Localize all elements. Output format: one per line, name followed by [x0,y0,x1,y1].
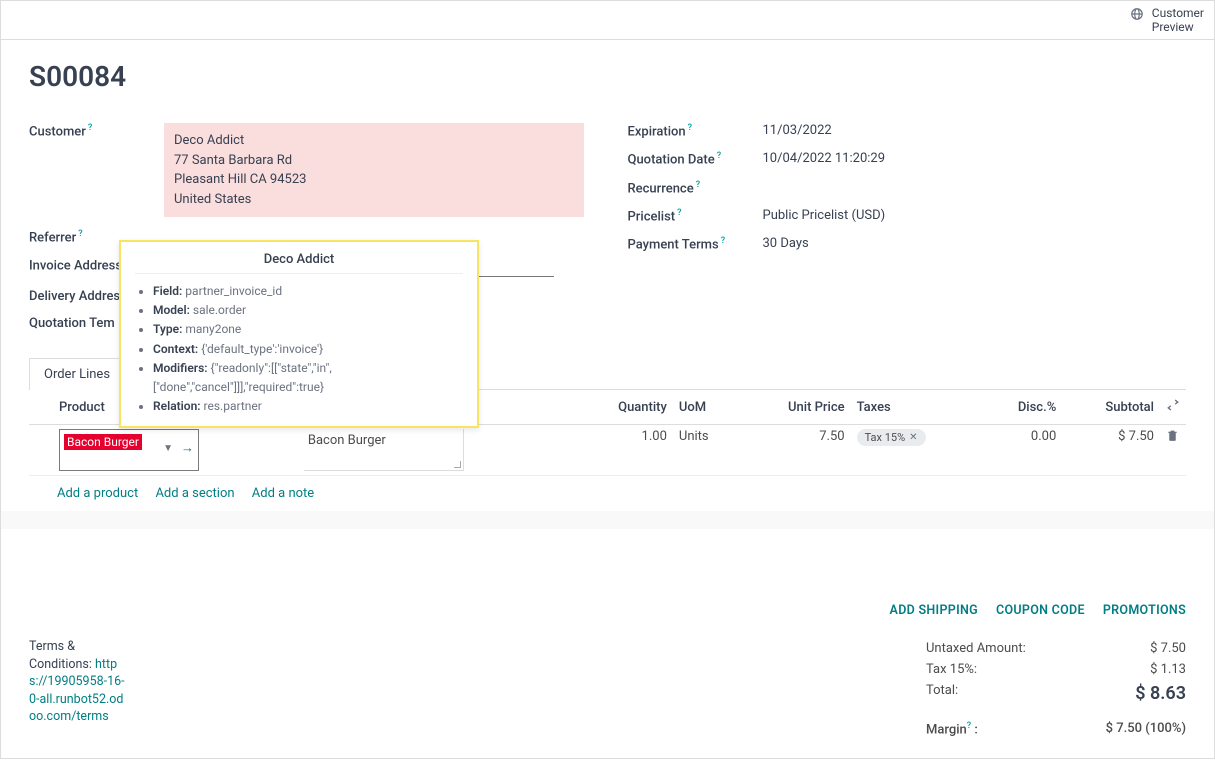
untaxed-label: Untaxed Amount: [926,641,1026,656]
untaxed-value: $ 7.50 [1150,641,1186,656]
customer-label: Customer? [29,123,164,139]
tooltip-type: Type: many2one [153,320,463,339]
trash-icon [1166,429,1179,442]
col-subtotal: Subtotal [1062,390,1160,425]
quotation-date-label: Quotation Date? [628,151,763,167]
expiration-value[interactable]: 11/03/2022 [763,123,1187,138]
tab-order-lines[interactable]: Order Lines [29,358,125,390]
expiration-label: Expiration? [628,123,763,139]
recurrence-label: Recurrence? [628,180,763,196]
customer-name: Deco Addict [174,131,574,151]
remove-tax-icon[interactable]: ✕ [909,432,917,443]
footer-action-links: ADD SHIPPING COUPON CODE PROMOTIONS [29,589,1186,632]
col-disc: Disc.% [981,390,1062,425]
swap-icon [1166,398,1180,412]
customer-preview-label: Customer Preview [1152,6,1204,35]
col-uom: UoM [673,390,740,425]
record-title: S00084 [29,60,1186,93]
totals-panel: Untaxed Amount: $ 7.50 Tax 15%: $ 1.13 Tot… [926,638,1186,737]
payment-terms-label: Payment Terms? [628,236,763,252]
table-row: Bacon Burger ▼ → Bacon Burger 1.00 Units… [29,425,1186,476]
taxes-cell[interactable]: Tax 15%✕ [851,425,981,476]
description-text: Bacon Burger [308,433,386,448]
margin-label: Margin? : [926,721,978,737]
field-debug-tooltip: Deco Addict Field: partner_invoice_id Mo… [119,240,479,428]
customer-country: United States [174,190,574,210]
form-view: S00084 Customer? Deco Addict 77 Santa Ba… [0,40,1215,759]
total-label: Total: [926,683,958,704]
unit-price-cell[interactable]: 7.50 [740,425,850,476]
pricelist-value[interactable]: Public Pricelist (USD) [763,208,1187,223]
add-section-link[interactable]: Add a section [155,486,234,501]
subtotal-cell: $ 7.50 [1062,425,1160,476]
add-shipping-link[interactable]: ADD SHIPPING [890,603,978,618]
tooltip-relation: Relation: res.partner [153,397,463,416]
top-bar: Customer Preview [0,0,1215,40]
external-link-icon[interactable]: → [181,440,194,456]
tooltip-context: Context: {'default_type':'invoice'} [153,340,463,359]
col-qty: Quantity [575,390,673,425]
chevron-down-icon[interactable]: ▼ [163,443,173,454]
tooltip-model: Model: sale.order [153,301,463,320]
col-settings[interactable] [1160,390,1186,425]
quotation-date-value[interactable]: 10/04/2022 11:20:29 [763,151,1187,166]
qty-cell[interactable]: 1.00 [575,425,673,476]
disc-cell[interactable]: 0.00 [981,425,1062,476]
total-value: $ 8.63 [1135,683,1186,704]
col-unit-price: Unit Price [740,390,850,425]
customer-city: Pleasant Hill CA 94523 [174,170,574,190]
terms-conditions: Terms & Conditions: https://19905958-16-… [29,638,129,726]
tooltip-field: Field: partner_invoice_id [153,282,463,301]
coupon-code-link[interactable]: COUPON CODE [996,603,1085,618]
description-input[interactable]: Bacon Burger [304,429,464,471]
add-links: Add a product Add a section Add a note [29,475,1186,511]
add-note-link[interactable]: Add a note [252,486,314,501]
pricelist-label: Pricelist? [628,208,763,224]
margin-value: $ 7.50 (100%) [1106,721,1186,737]
product-input[interactable]: Bacon Burger ▼ → [59,429,199,471]
tax-chip: Tax 15%✕ [857,429,926,446]
right-column: Expiration? 11/03/2022 Quotation Date? 1… [628,117,1187,337]
customer-street: 77 Santa Barbara Rd [174,151,574,171]
tax-value: $ 1.13 [1150,662,1186,677]
delete-row-button[interactable] [1160,425,1186,476]
tax-label: Tax 15%: [926,662,977,677]
payment-terms-value[interactable]: 30 Days [763,236,1187,251]
tooltip-modifiers: Modifiers: {"readonly":[["state","in",["… [153,359,463,397]
product-chip: Bacon Burger [64,434,142,450]
terms-label: Terms & Conditions: [29,639,92,672]
customer-address-box[interactable]: Deco Addict 77 Santa Barbara Rd Pleasant… [164,123,584,217]
tooltip-title: Deco Addict [135,252,463,267]
uom-cell[interactable]: Units [673,425,740,476]
globe-icon [1130,7,1144,21]
add-product-link[interactable]: Add a product [57,486,138,501]
col-taxes: Taxes [851,390,981,425]
promotions-link[interactable]: PROMOTIONS [1103,603,1186,618]
customer-preview-button[interactable]: Customer Preview [1130,6,1204,35]
